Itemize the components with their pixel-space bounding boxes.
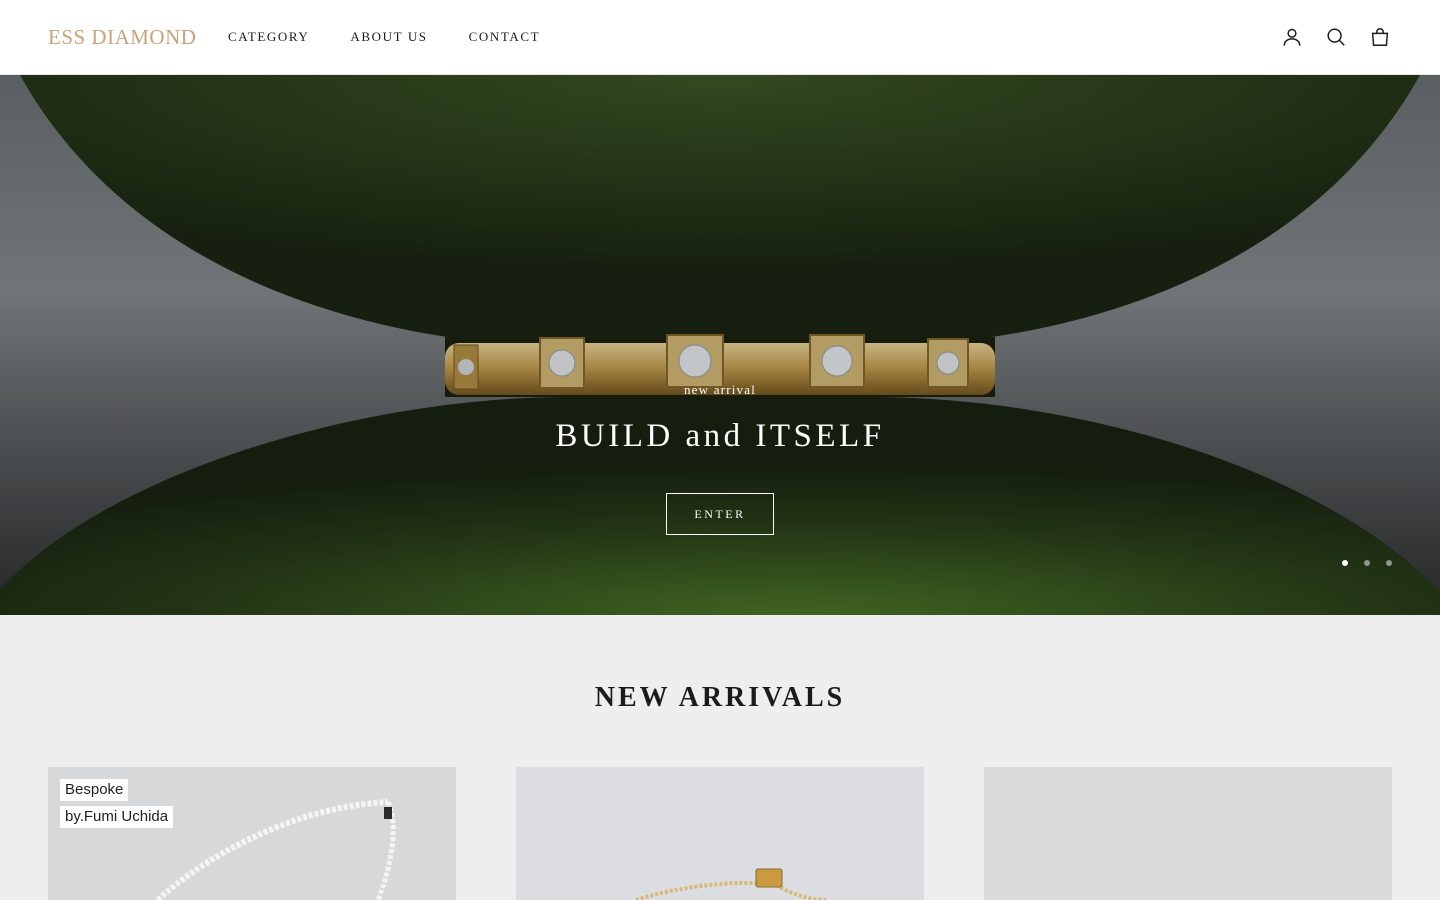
slide-dot-2[interactable] <box>1364 560 1370 566</box>
new-arrivals-title: NEW ARRIVALS <box>594 682 846 713</box>
account-icon[interactable] <box>1280 24 1304 50</box>
hero-title: BUILD and ITSELF <box>555 418 885 454</box>
product-card[interactable]: Bespoke by.Fumi Uchida <box>48 767 456 900</box>
hero-subtitle: new arrival <box>683 382 757 397</box>
slide-dot-1[interactable] <box>1342 560 1348 566</box>
product-tag-designer: by.Fumi Uchida <box>60 806 174 828</box>
product-card[interactable] <box>516 767 924 900</box>
main-nav: CATEGORY ABOUT US CONTACT <box>228 29 581 45</box>
header-actions <box>1280 24 1392 50</box>
slide-pagination <box>1342 560 1392 566</box>
slide-dot-3[interactable] <box>1386 560 1392 566</box>
nav-item-about-us[interactable]: ABOUT US <box>350 29 427 45</box>
product-image <box>984 767 1392 900</box>
product-image-bracelet <box>635 868 827 900</box>
nav-item-contact[interactable]: CONTACT <box>469 29 541 45</box>
brand-logo[interactable]: ESS DIAMOND <box>48 24 196 50</box>
search-icon[interactable] <box>1324 24 1348 50</box>
site-header: ESS DIAMOND CATEGORY ABOUT US CONTACT <box>0 0 1440 75</box>
nav-item-category[interactable]: CATEGORY <box>228 29 309 45</box>
cart-icon[interactable] <box>1368 24 1392 50</box>
enter-button[interactable]: ENTER <box>666 493 774 535</box>
hero-slideshow: new arrival BUILD and ITSELF ENTER <box>0 75 1440 615</box>
product-tag-bespoke: Bespoke <box>60 779 129 801</box>
product-card[interactable] <box>984 767 1392 900</box>
